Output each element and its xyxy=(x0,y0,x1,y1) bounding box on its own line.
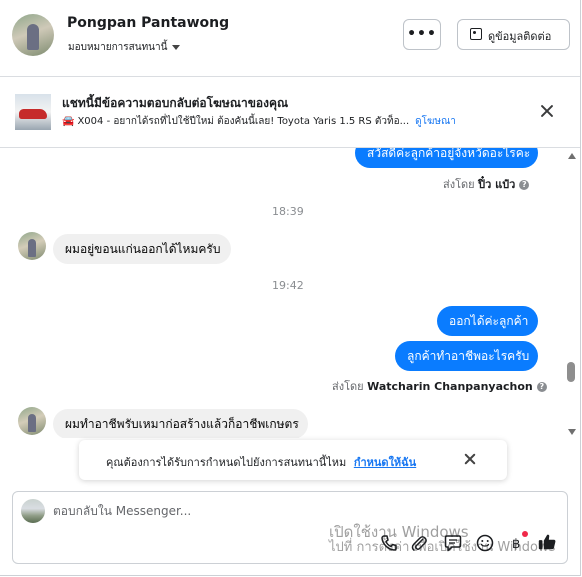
scroll-down-arrow-icon[interactable] xyxy=(568,429,576,435)
reply-input[interactable] xyxy=(53,501,533,521)
incoming-message[interactable]: ผมอยู่ขอนแก่นออกได้ไหมครับ xyxy=(53,234,231,264)
ad-banner-title: แชทนี้มีข้อความตอบกลับต่อโฆษณาของคุณ xyxy=(62,96,289,110)
close-icon[interactable] xyxy=(539,103,555,119)
outgoing-message[interactable]: สวัสดีค่ะลูกค้าอยู่จังหวัดอะไรคะ xyxy=(355,148,538,168)
ad-description: X004 - อยากได้รถที่ไปใช้ปีใหม่ ต้องคันนี… xyxy=(77,116,410,127)
more-options-button[interactable]: ••• xyxy=(403,19,441,50)
scroll-up-arrow-icon[interactable] xyxy=(568,153,576,159)
car-icon: 🚘 xyxy=(62,116,75,127)
reply-composer: เปิดใช้งาน Windows ไปที่ การตั้งค่า เพื่… xyxy=(12,491,568,564)
phone-icon[interactable] xyxy=(379,533,399,553)
sent-by-label: ส่งโดย ปิ๋ว แป๋ว? xyxy=(443,175,530,193)
incoming-message[interactable]: ผมทำอาชีพรับเหมาก่อสร้างแล้วก็อาชีพเกษตร xyxy=(53,409,308,438)
sent-by-label: ส่งโดย Watcharin Chanpanyachon? xyxy=(332,377,547,395)
ad-thumbnail xyxy=(15,94,51,130)
notification-dot xyxy=(522,531,528,537)
timestamp: 19:42 xyxy=(272,279,304,292)
assign-toast: คุณต้องการได้รับการกำหนดไปยังการสนทนานี้… xyxy=(79,440,507,480)
outgoing-message[interactable]: ออกได้ค่ะลูกค้า xyxy=(437,306,538,336)
scrollbar[interactable] xyxy=(566,148,578,438)
ad-banner-subtitle: 🚘 X004 - อยากได้รถที่ไปใช้ปีใหม่ ต้องคันน… xyxy=(62,114,456,129)
more-dots-icon: ••• xyxy=(407,26,437,42)
view-contact-label: ดูข้อมูลติดต่อ xyxy=(488,30,552,43)
contact-card-icon xyxy=(470,28,482,40)
info-icon[interactable]: ? xyxy=(519,180,530,190)
assign-prompt: คุณต้องการได้รับการกำหนดไปยังการสนทนานี้… xyxy=(106,453,416,471)
sent-by-prefix: ส่งโดย xyxy=(443,178,475,191)
outgoing-message[interactable]: ลูกค้าทำอาชีพอะไรครับ xyxy=(395,341,538,371)
message-list[interactable]: สวัสดีค่ะลูกค้าอยู่จังหวัดอะไรคะ ส่งโดย … xyxy=(0,148,566,438)
ad-reply-banner: แชทนี้มีข้อความตอบกลับต่อโฆษณาของคุณ 🚘 X0… xyxy=(0,77,580,148)
thumbs-up-icon[interactable] xyxy=(537,532,557,552)
scrollbar-thumb[interactable] xyxy=(567,362,575,382)
contact-avatar-small xyxy=(18,232,46,260)
conversation-header: Pongpan Pantawong มอบหมายการสนทนานี้ •••… xyxy=(0,0,580,77)
assign-prompt-text: คุณต้องการได้รับการกำหนดไปยังการสนทนานี้… xyxy=(106,456,347,469)
contact-name[interactable]: Pongpan Pantawong xyxy=(67,15,229,31)
page-avatar xyxy=(21,499,45,523)
sent-by-prefix: ส่งโดย xyxy=(332,380,364,393)
contact-avatar[interactable] xyxy=(12,14,54,56)
view-contact-button[interactable]: ดูข้อมูลติดต่อ xyxy=(457,19,570,50)
saved-replies-icon[interactable] xyxy=(443,533,463,553)
messenger-conversation-panel: Pongpan Pantawong มอบหมายการสนทนานี้ •••… xyxy=(0,0,581,576)
contact-avatar-small xyxy=(18,407,46,435)
sender-name: Watcharin Chanpanyachon xyxy=(367,380,533,393)
close-icon[interactable] xyxy=(463,452,477,466)
chevron-down-icon xyxy=(172,44,181,50)
emoji-icon[interactable] xyxy=(475,533,495,553)
paperclip-icon[interactable] xyxy=(409,533,429,553)
info-icon[interactable]: ? xyxy=(536,382,547,392)
assign-to-me-link[interactable]: กำหนดให้ฉัน xyxy=(354,456,416,469)
assign-label: มอบหมายการสนทนานี้ xyxy=(68,42,168,53)
sender-name: ปิ๋ว แป๋ว xyxy=(478,178,516,191)
svg-text:฿: ฿ xyxy=(512,537,520,552)
timestamp: 18:39 xyxy=(272,205,304,218)
assign-conversation-dropdown[interactable]: มอบหมายการสนทนานี้ xyxy=(68,40,181,55)
view-ad-link[interactable]: ดูโฆษณา xyxy=(415,116,456,127)
